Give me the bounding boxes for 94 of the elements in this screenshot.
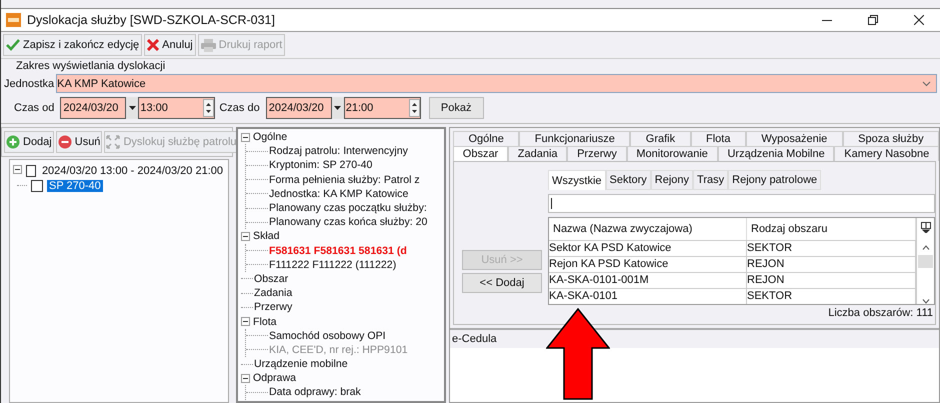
tree-item[interactable]: Planowany czas końca służby: 20 (269, 216, 428, 228)
table-cell: SEKTOR (747, 240, 916, 256)
date-field[interactable]: 2024/03/20 (60, 97, 126, 119)
table-cell: REJON (747, 256, 916, 272)
tab[interactable]: Flota (690, 131, 746, 146)
tree-item[interactable]: F581631 F581631 581631 (d (269, 244, 407, 257)
table-cell: KA-SKA-0101-001M (549, 272, 747, 288)
up-arrow-icon (546, 308, 610, 400)
tab[interactable]: Urządzenia Mobilne (718, 146, 834, 161)
field-label: Czas do (219, 102, 260, 114)
tree-item[interactable]: Forma pełnienia służby: Patrol z (269, 174, 420, 186)
tab[interactable]: Kamery Nasobne (834, 146, 940, 161)
collapse-icon[interactable] (241, 132, 250, 142)
table-cell: KA-SKA-0101 (549, 288, 747, 304)
tree-item[interactable]: Urządzenie mobilne (254, 358, 348, 370)
tab[interactable]: Ogólne (453, 131, 520, 146)
tree-item[interactable]: Obszar (254, 272, 288, 285)
checkbox[interactable] (26, 164, 36, 176)
add-icon (6, 135, 20, 149)
area-count: Liczba obszarów: 111 (828, 306, 934, 319)
tree-item[interactable]: Ogólne (253, 131, 288, 144)
chevron-down-icon (922, 80, 931, 86)
tab[interactable]: Przerwy (567, 146, 627, 161)
tab[interactable]: Monitorowanie (626, 146, 718, 161)
toolbar-button[interactable]: Zapisz i zakończ edycję (3, 34, 142, 56)
collapse-icon[interactable] (241, 374, 250, 383)
tree-item[interactable]: Skład (253, 230, 280, 242)
field-label: Czas od (14, 102, 54, 114)
app-logo-icon (6, 13, 21, 27)
tree-item[interactable]: Rodzaj patrolu: Interwencyjny (269, 145, 408, 158)
tree-item[interactable]: Odprawa (253, 372, 296, 384)
restore-icon[interactable] (868, 15, 878, 25)
tree-item[interactable]: SP 270-40 (47, 180, 103, 192)
tree-item[interactable]: F111222 F111222 (111222) (269, 258, 396, 271)
tree-item[interactable]: Przerwy (254, 301, 292, 314)
tree-item[interactable]: Samochód osobowy OPI (269, 330, 386, 342)
list-button[interactable]: << Dodaj (462, 273, 542, 293)
close-icon[interactable] (914, 15, 924, 25)
field-label: Jednostka (4, 78, 54, 90)
tree-item[interactable]: Zadania (254, 287, 292, 300)
table-cell: SEKTOR (747, 288, 916, 304)
checkbox[interactable] (31, 180, 43, 192)
collapse-icon[interactable] (13, 164, 22, 174)
tab[interactable]: Wszystkie (548, 170, 606, 190)
close-icon (147, 39, 160, 51)
time-field[interactable]: 21:00 (344, 97, 421, 119)
tab[interactable]: Zadania (508, 146, 568, 161)
toolbar-button[interactable]: Anuluj (144, 34, 196, 56)
panel-button[interactable]: Dodaj (4, 131, 54, 153)
tab[interactable]: Funkcjonariusze (519, 131, 630, 146)
table-cell: REJON (747, 272, 916, 288)
tree-item[interactable]: Kryptonim: SP 270-40 (269, 159, 372, 172)
tree-item[interactable]: 2024/03/20 13:00 - 2024/03/20 21:00 (40, 164, 225, 176)
check-icon (6, 39, 20, 51)
caret-icon (334, 106, 342, 110)
tab[interactable]: Trasy (693, 170, 728, 190)
group-legend: Zakres wyświetlania dyslokacji (4, 60, 937, 72)
tree-item[interactable]: Data odprawy: brak (269, 386, 361, 398)
scroll-thumb[interactable] (918, 255, 933, 268)
column-header[interactable]: Nazwa (Nazwa zwyczajowa) (549, 218, 747, 240)
column-chooser-icon[interactable] (920, 222, 930, 233)
tab[interactable]: Wyposażenie (746, 131, 843, 146)
filter-field[interactable] (548, 194, 935, 213)
window-title: Dyslokacja służby [SWD-SZKOLA-SCR-031] (27, 13, 275, 27)
date-field[interactable]: 2024/03/20 (266, 97, 332, 119)
show-button[interactable]: Pokaż (428, 97, 484, 119)
tree-item[interactable]: Planowany czas początku służby: (269, 202, 427, 214)
collapse-icon[interactable] (241, 232, 250, 241)
tab[interactable]: Rejony patrolowe (728, 170, 822, 190)
dropdown-button[interactable] (126, 97, 138, 119)
time-field[interactable]: 13:00 (138, 97, 216, 119)
spinner-icon[interactable] (408, 99, 420, 117)
spinner-icon[interactable] (203, 99, 214, 117)
tab[interactable]: Spoza służby (842, 131, 940, 146)
panel-button[interactable]: Usuń (56, 131, 102, 153)
tab[interactable]: Obszar (453, 146, 508, 161)
tree-item[interactable]: Flota (253, 316, 277, 328)
tab[interactable]: Grafik (630, 131, 691, 146)
scroll-up-icon[interactable] (922, 245, 930, 250)
table-cell: Sektor KA PSD Katowice (549, 240, 747, 256)
collapse-icon[interactable] (241, 317, 250, 326)
remove-icon (58, 135, 72, 149)
expand-arrows-icon (106, 135, 120, 149)
tab[interactable]: Rejony (650, 170, 694, 190)
tab[interactable]: Sektory (606, 170, 651, 190)
printer-icon (200, 38, 216, 52)
unit-dropdown[interactable]: KA KMP Katowice (56, 74, 937, 93)
panel-title: e-Cedula (451, 332, 498, 347)
dropdown-button[interactable] (332, 97, 344, 119)
table-cell: Rejon KA PSD Katowice (549, 256, 747, 272)
column-header[interactable]: Rodzaj obszaru (747, 218, 916, 240)
tree-item[interactable]: Jednostka: KA KMP Katowice (269, 188, 408, 200)
scroll-down-icon[interactable] (922, 299, 930, 304)
caret-icon (128, 106, 136, 110)
